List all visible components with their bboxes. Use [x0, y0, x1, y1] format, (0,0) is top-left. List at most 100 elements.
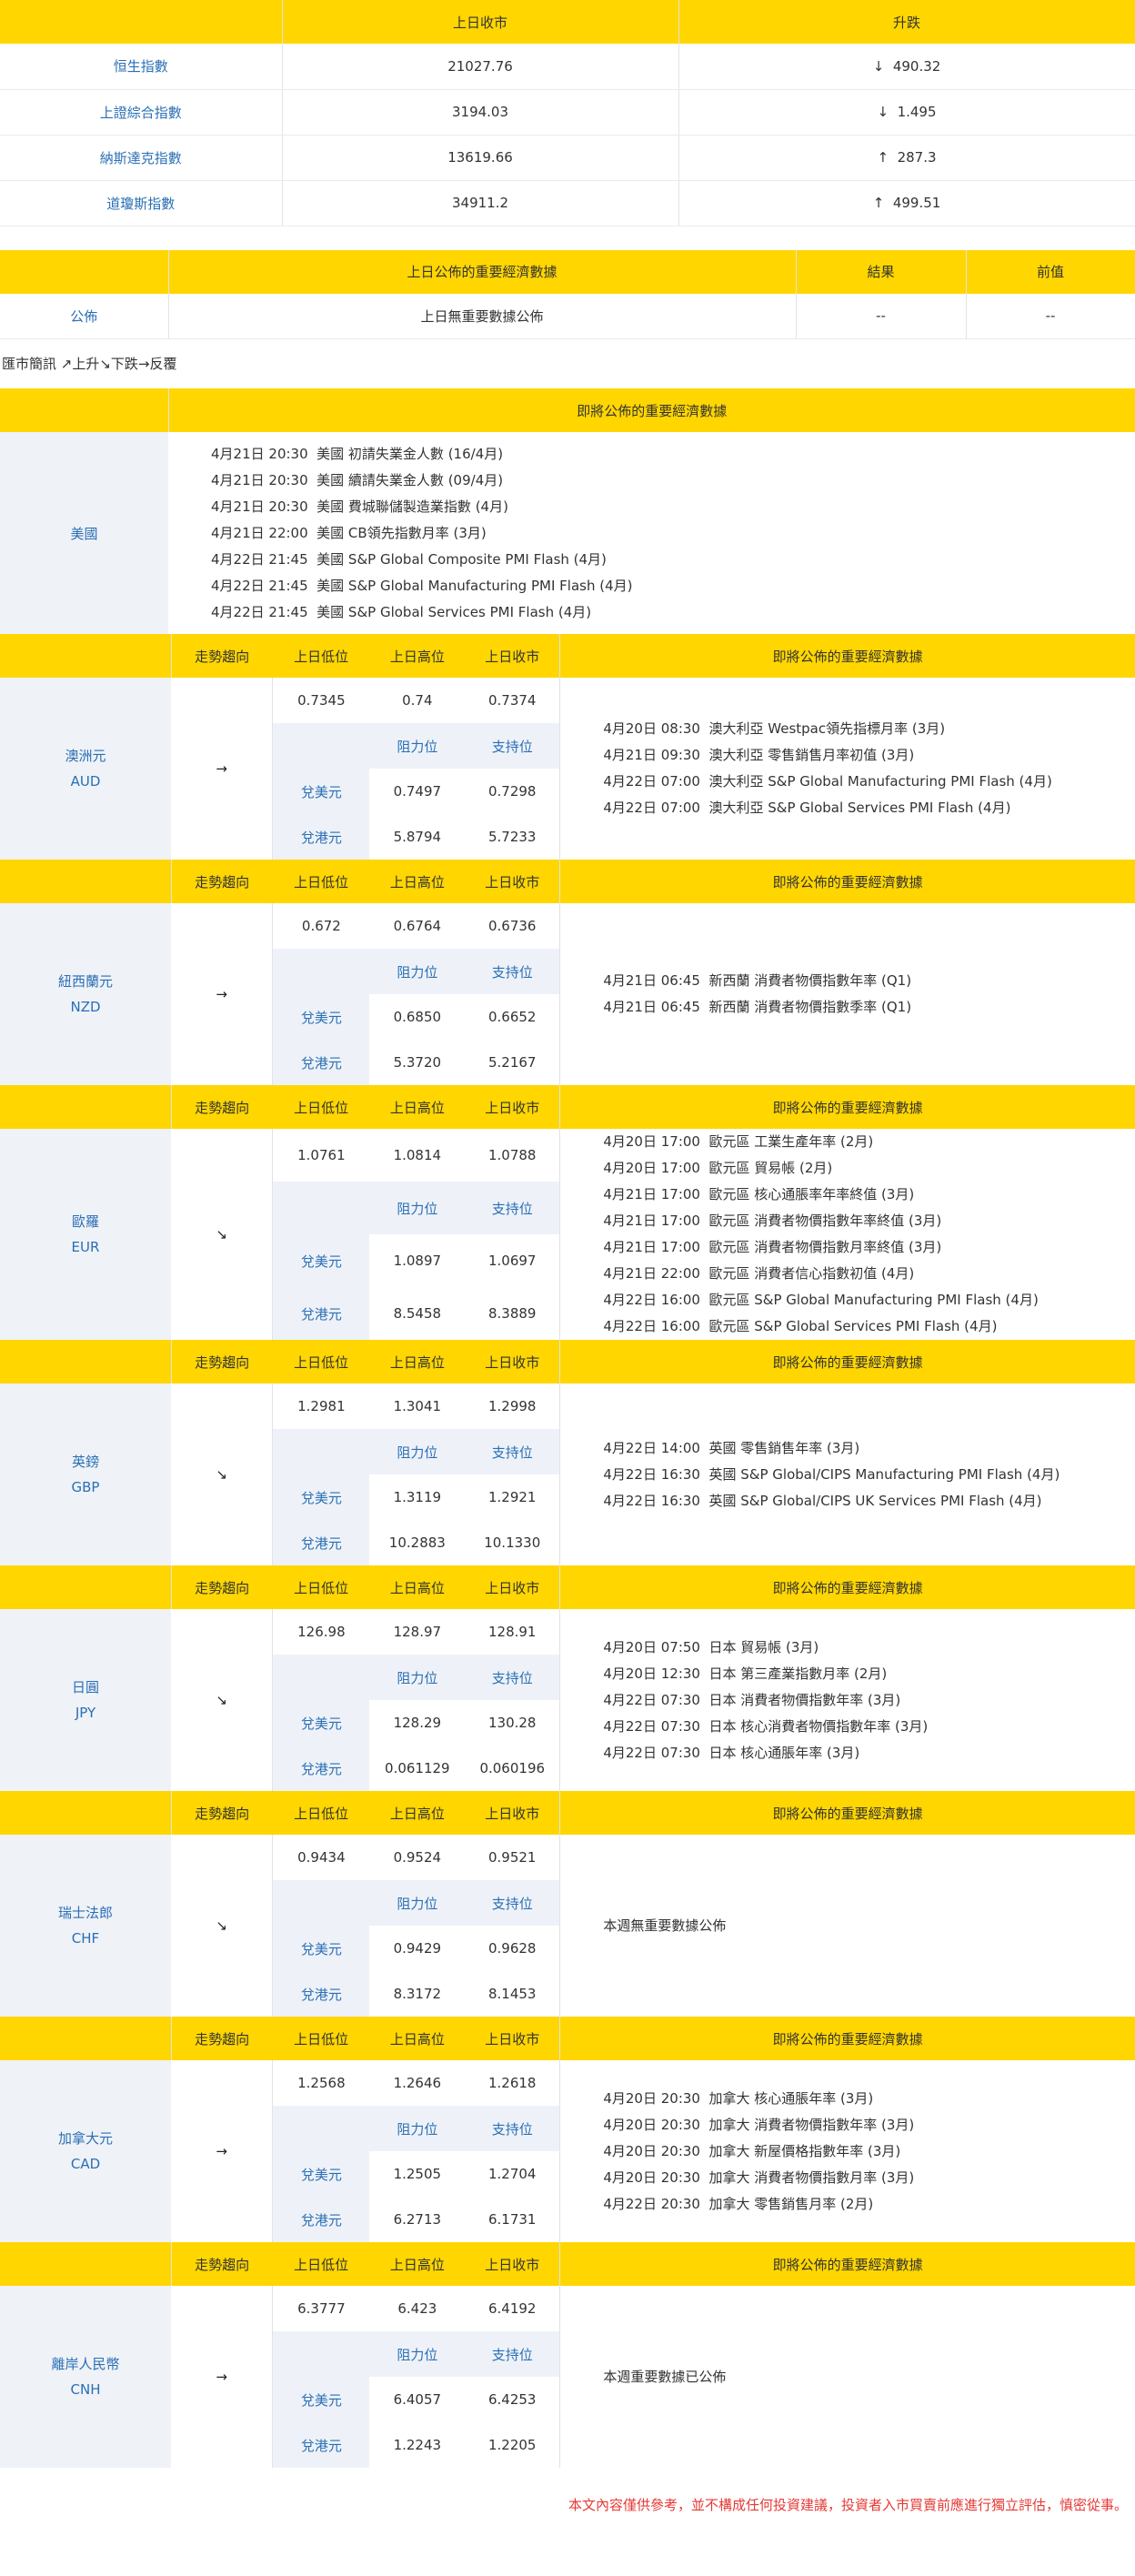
calendar-header-prev: 前值: [966, 249, 1135, 294]
event-item: 4月21日 17:00 歐元區 核心通脹率年率終值 (3月): [603, 1186, 915, 1202]
resistance-hkd: 10.2883: [388, 1535, 446, 1551]
index-header-close: 上日收市: [282, 0, 679, 44]
index-name[interactable]: 納斯達克指數: [0, 135, 283, 181]
index-row: 恒生指數 21027.76 ↓ 490.32: [0, 44, 1135, 90]
resistance-label: 阻力位: [397, 2346, 438, 2363]
event-item: 4月21日 06:45 新西蘭 消費者物價指數年率 (Q1): [603, 972, 912, 989]
index-change: ↓ 490.32: [678, 44, 1135, 90]
event-item: 4月21日 20:30 美國 初請失業金人數 (16/4月): [211, 445, 504, 462]
sub-blank: [273, 2106, 370, 2151]
support-label: 支持位: [465, 949, 561, 994]
change-direction-icon: ↓: [877, 104, 889, 120]
change-value: 490.32: [892, 57, 941, 75]
currency-header-row: 走勢趨向 上日低位 上日高位 上日收市 即將公佈的重要經濟數據: [0, 2242, 1135, 2286]
support-hkd: 5.2167: [465, 1040, 561, 1085]
resistance-hkd: 0.061129: [385, 1760, 450, 1776]
currency-label[interactable]: 英鎊 GBP: [0, 1384, 171, 1565]
support-label: 支持位: [465, 1880, 561, 1926]
support-hkd: 8.1453: [465, 1971, 561, 2017]
events-cell: 4月20日 17:00 歐元區 工業生產年率 (2月) 4月20日 17:00 歐…: [560, 1129, 1135, 1340]
index-change: ↓ 1.495: [678, 89, 1135, 136]
currency-code: GBP: [71, 1479, 100, 1495]
pair-usd-label: 兌美元: [272, 1926, 370, 1971]
support-usd: 1.0697: [465, 1234, 561, 1287]
index-change: ↑ 499.51: [678, 180, 1135, 226]
currency-code: AUD: [70, 773, 101, 790]
currency-label[interactable]: 加拿大元 CAD: [0, 2060, 171, 2242]
pair-hkd-label: 兌港元: [272, 1520, 370, 1565]
resistance-hkd: 8.5458: [393, 1305, 442, 1322]
header-high: 上日高位: [389, 2256, 445, 2273]
index-header-change: 升跌: [678, 0, 1135, 44]
pair-usd-label: 兌美元: [272, 2151, 370, 2197]
header-trend: 走勢趨向: [195, 1805, 250, 1822]
currency-label[interactable]: 瑞士法郎 CHF: [0, 1835, 171, 2017]
event-item: 4月21日 06:45 新西蘭 消費者物價指數季率 (Q1): [603, 999, 912, 1015]
resistance-usd: 0.7497: [393, 783, 442, 800]
index-close: 34911.2: [282, 180, 679, 226]
currency-label[interactable]: 離岸人民幣 CNH: [0, 2286, 171, 2468]
trend-cell: ↘: [171, 1835, 274, 2017]
index-name[interactable]: 道瓊斯指數: [0, 180, 283, 226]
calendar-header-blank: [0, 249, 169, 294]
currency-name: 英鎊: [71, 1454, 99, 1470]
pair-usd-label: 兌美元: [272, 994, 370, 1040]
header-trend: 走勢趨向: [195, 2030, 250, 2048]
currency-header-row: 走勢趨向 上日低位 上日高位 上日收市 即將公佈的重要經濟數據: [0, 1791, 1135, 1835]
currency-block: 走勢趨向 上日低位 上日高位 上日收市 即將公佈的重要經濟數據 加拿大元 CAD → 1.256…: [0, 2017, 1135, 2242]
header-events: 即將公佈的重要經濟數據: [772, 1805, 923, 1822]
prev-close: 1.2618: [465, 2060, 561, 2106]
event-item: 4月22日 16:00 歐元區 S&P Global Services PMI …: [603, 1318, 998, 1334]
pair-hkd-label: 兌港元: [272, 814, 370, 860]
prev-close: 0.7374: [465, 678, 561, 723]
trend-cell: ↘: [171, 1129, 274, 1340]
resistance-usd: 1.3119: [393, 1489, 442, 1505]
currency-name: 日圓: [71, 1679, 99, 1696]
pair-usd-label: 兌美元: [272, 1234, 370, 1287]
currency-header-row: 走勢趨向 上日低位 上日高位 上日收市 即將公佈的重要經濟數據: [0, 2017, 1135, 2060]
events-cell: 4月20日 20:30 加拿大 核心通脹年率 (3月) 4月20日 20:30 加…: [560, 2060, 1135, 2242]
currency-code: CHF: [71, 1930, 100, 1947]
header-blank: [0, 1340, 172, 1384]
trend-cell: →: [171, 678, 274, 860]
currency-label[interactable]: 日圓 JPY: [0, 1609, 171, 1791]
index-name[interactable]: 上證綜合指數: [0, 89, 283, 136]
support-label: 支持位: [465, 1182, 561, 1234]
index-header-name: [0, 0, 283, 44]
support-hkd: 8.3889: [465, 1287, 561, 1340]
event-item: 4月20日 12:30 日本 第三產業指數月率 (2月): [603, 1665, 888, 1682]
resistance-usd: 0.6850: [393, 1009, 442, 1025]
pair-hkd-label: 兌港元: [272, 1746, 370, 1791]
prev-close: 1.2998: [465, 1384, 561, 1429]
event-item: 4月20日 17:00 歐元區 工業生產年率 (2月): [603, 1133, 874, 1150]
currency-label[interactable]: 歐羅 EUR: [0, 1129, 171, 1340]
currency-code: NZD: [70, 999, 101, 1015]
support-hkd: 6.1731: [465, 2197, 561, 2242]
support-hkd: 1.2205: [465, 2422, 561, 2468]
resistance-label: 阻力位: [397, 1444, 438, 1461]
calendar-row-result: --: [796, 293, 967, 339]
index-name[interactable]: 恒生指數: [0, 44, 283, 90]
calendar-row-text: 上日無重要數據公佈: [168, 293, 797, 339]
prev-high: 0.74: [402, 692, 433, 709]
header-high: 上日高位: [389, 1579, 445, 1596]
trend-down-icon: ↘: [216, 1692, 227, 1708]
currency-label[interactable]: 澳洲元 AUD: [0, 678, 171, 860]
header-low: 上日低位: [294, 2256, 349, 2273]
header-blank: [0, 2242, 172, 2286]
calendar-header-row: 上日公佈的重要經濟數據 結果 前值: [0, 249, 1135, 294]
header-high: 上日高位: [389, 1805, 445, 1822]
events-cell: 本週重要數據已公佈: [560, 2286, 1135, 2468]
resistance-hkd: 6.2713: [393, 2211, 442, 2228]
change-direction-icon: ↑: [877, 149, 889, 166]
currency-label[interactable]: 紐西蘭元 NZD: [0, 903, 171, 1085]
header-trend: 走勢趨向: [195, 2256, 250, 2273]
prev-low: 6.3777: [297, 2300, 346, 2317]
event-item: 4月22日 14:00 英國 零售銷售年率 (3月): [603, 1439, 860, 1456]
sub-blank: [273, 1880, 370, 1926]
header-blank: [0, 860, 172, 903]
header-events: 即將公佈的重要經濟數據: [772, 2256, 923, 2273]
sub-blank: [273, 723, 370, 769]
pair-hkd-label: 兌港元: [272, 2422, 370, 2468]
event-item: 4月22日 07:00 澳大利亞 S&P Global Services PMI…: [603, 800, 1011, 816]
